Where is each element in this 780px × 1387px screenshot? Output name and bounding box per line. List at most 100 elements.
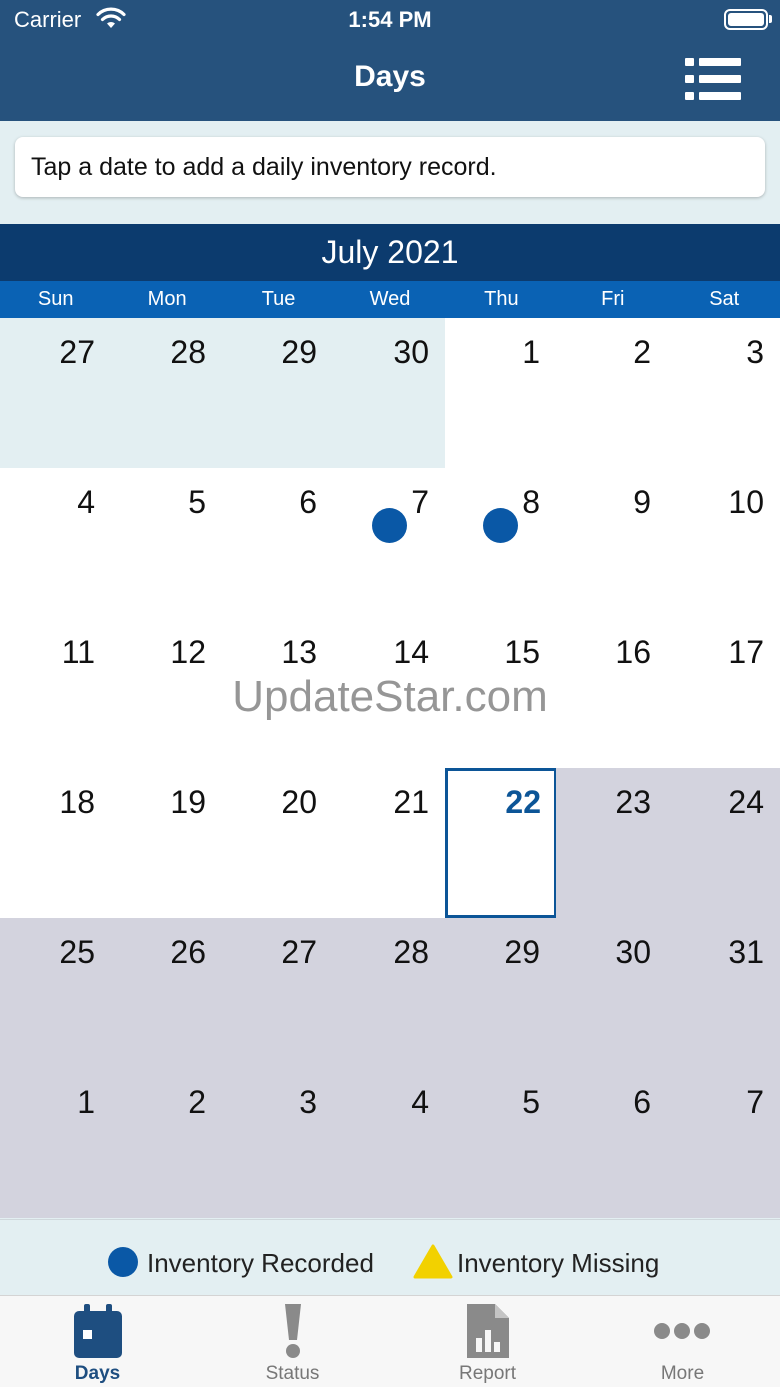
day-number: 1	[77, 1084, 95, 1120]
day-number: 24	[728, 784, 764, 820]
weekday-sun: Sun	[37, 288, 74, 310]
day-cell[interactable]: 30	[333, 318, 445, 468]
tab-days[interactable]: Days	[0, 1296, 195, 1387]
day-cell[interactable]: 28	[111, 318, 222, 468]
day-cell[interactable]: 24	[667, 768, 780, 918]
legend: Inventory Recorded Inventory Missing	[0, 1219, 780, 1295]
day-cell[interactable]: 31	[667, 918, 780, 1068]
hint-card: Tap a date to add a daily inventory reco…	[15, 137, 765, 197]
tab-report-label: Report	[458, 1363, 517, 1384]
day-number: 10	[728, 484, 764, 520]
tab-bar: Days Status Report More	[0, 1295, 780, 1387]
day-number: 30	[615, 934, 651, 970]
day-number: 4	[77, 484, 95, 520]
page-title: Days	[354, 60, 426, 93]
day-cell[interactable]: 22	[445, 768, 557, 918]
day-cell[interactable]: 21	[333, 768, 445, 918]
day-number: 2	[633, 334, 651, 370]
day-number: 11	[61, 634, 95, 670]
day-number: 9	[633, 484, 651, 520]
day-cell[interactable]: 1	[0, 1068, 111, 1218]
day-cell[interactable]: 1	[445, 318, 556, 468]
day-cell[interactable]: 26	[111, 918, 222, 1068]
day-number: 7	[411, 484, 429, 520]
day-number: 17	[728, 634, 764, 670]
recorded-marker-22	[483, 508, 518, 543]
day-cell[interactable]: 9	[556, 468, 667, 618]
clock: 1:54 PM	[348, 7, 432, 32]
day-cell[interactable]: 28	[333, 918, 445, 1068]
day-number: 25	[59, 934, 95, 970]
legend-missing-label: Inventory Missing	[457, 1248, 660, 1278]
legend-recorded-label: Inventory Recorded	[147, 1248, 374, 1278]
tab-days-label: Days	[74, 1363, 121, 1384]
day-cell[interactable]: 4	[333, 1068, 445, 1218]
day-number: 3	[299, 1084, 317, 1120]
day-number: 5	[188, 484, 206, 520]
day-number: 7	[746, 1084, 764, 1120]
calendar-grid: 27 28 29 30 1 2 3 4 5 6 7 8 9 10 11 12 13 14 15 16 17 18 19 20 2…	[0, 318, 780, 1218]
watermark: UpdateStar.com	[232, 672, 548, 721]
day-cell[interactable]: 29	[222, 318, 333, 468]
day-cell[interactable]: 27	[222, 918, 333, 1068]
day-cell[interactable]: 25	[0, 918, 111, 1068]
day-cell[interactable]: 2	[556, 318, 667, 468]
day-number: 28	[393, 934, 429, 970]
tab-more-label: More	[660, 1363, 705, 1384]
day-number: 8	[522, 484, 540, 520]
day-cell[interactable]: 3	[222, 1068, 333, 1218]
day-cell[interactable]: 20	[222, 768, 333, 918]
day-number: 3	[746, 334, 764, 370]
status-bar: Carrier 1:54 PM	[0, 0, 780, 40]
tab-more[interactable]: More	[585, 1296, 780, 1387]
recorded-marker-21	[372, 508, 407, 543]
battery-nub	[769, 15, 772, 23]
tab-status-label: Status	[265, 1363, 320, 1384]
day-cell[interactable]: 23	[556, 768, 667, 918]
day-number: 1	[522, 334, 540, 370]
day-number: 23	[615, 784, 651, 820]
day-cell[interactable]: 5	[111, 468, 222, 618]
weekday-header: Sun Mon Tue Wed Thu Fri Sat	[0, 281, 780, 318]
day-cell[interactable]: 19	[111, 768, 222, 918]
day-cell[interactable]: 5	[445, 1068, 556, 1218]
day-number: 13	[281, 634, 317, 670]
day-cell[interactable]: 10	[667, 468, 780, 618]
tab-status[interactable]: Status	[195, 1296, 390, 1387]
day-cell[interactable]: 3	[667, 318, 780, 468]
day-number: 14	[393, 634, 429, 670]
day-number: 6	[299, 484, 317, 520]
day-cell[interactable]: 2	[111, 1068, 222, 1218]
day-number: 16	[615, 634, 651, 670]
month-header: July 2021	[0, 224, 780, 281]
day-cell[interactable]: 7	[667, 1068, 780, 1218]
weekday-wed: Wed	[369, 288, 411, 310]
list-icon[interactable]	[682, 56, 744, 102]
day-cell[interactable]: 18	[0, 768, 111, 918]
day-number: 19	[170, 784, 206, 820]
exclamation-icon	[285, 1304, 301, 1358]
report-icon	[467, 1304, 509, 1358]
day-cell[interactable]: 6	[556, 1068, 667, 1218]
day-cell[interactable]: 8	[445, 468, 556, 618]
day-cell[interactable]: 29	[445, 918, 556, 1068]
day-number: 18	[59, 784, 95, 820]
day-cell[interactable]: 27	[0, 318, 111, 468]
day-number: 26	[170, 934, 206, 970]
warning-triangle-icon	[413, 1244, 453, 1279]
weekday-thu: Thu	[484, 288, 519, 310]
day-cell[interactable]: 7	[333, 468, 445, 618]
weekday-fri: Fri	[601, 288, 625, 310]
day-number: 4	[411, 1084, 429, 1120]
day-number: 30	[393, 334, 429, 370]
nav-bar: Carrier 1:54 PM Days	[0, 0, 780, 121]
tab-report[interactable]: Report	[390, 1296, 585, 1387]
day-number: 29	[281, 334, 317, 370]
day-cell[interactable]: 6	[222, 468, 333, 618]
day-cell[interactable]: 30	[556, 918, 667, 1068]
weekday-mon: Mon	[147, 288, 187, 310]
calendar-icon	[74, 1304, 122, 1358]
weekday-tue: Tue	[261, 288, 296, 310]
day-cell[interactable]: 4	[0, 468, 111, 618]
day-number: 15	[504, 634, 540, 670]
